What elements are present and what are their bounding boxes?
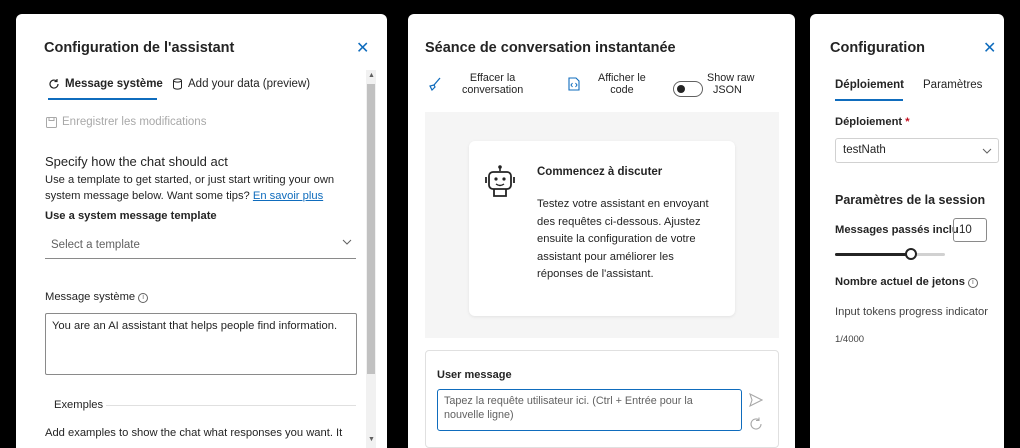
panel-title: Séance de conversation instantanée	[425, 40, 676, 56]
scrollbar-thumb[interactable]	[367, 84, 375, 374]
past-messages-label: Messages passés inclu	[835, 224, 959, 236]
reset-icon[interactable]	[749, 417, 763, 431]
active-tab-indicator	[48, 98, 157, 100]
tab-deployment[interactable]: Déploiement	[835, 79, 904, 91]
required-mark: *	[905, 116, 910, 128]
section-description: Use a template to get started, or just s…	[45, 174, 335, 202]
tab-system-message[interactable]: Message système	[48, 78, 163, 90]
card-text: Testez votre assistant en envoyant des r…	[537, 198, 709, 280]
scroll-up-icon[interactable]: ▲	[368, 72, 375, 79]
slider-thumb[interactable]	[905, 248, 917, 260]
show-raw-json-toggle[interactable]	[673, 81, 703, 97]
active-tab-indicator	[835, 99, 903, 101]
configuration-panel: Configuration ✕ Déploiement Paramètres D…	[810, 14, 1004, 448]
card-title: Commencez à discuter	[537, 166, 663, 178]
tokens-label: Nombre actuel de jetons i	[835, 276, 978, 288]
deployment-select[interactable]: testNath	[835, 138, 999, 163]
tab-label: Add your data (preview)	[188, 78, 311, 90]
template-placeholder: Select a template	[51, 239, 140, 251]
learn-more-link[interactable]: En savoir plus	[253, 190, 323, 202]
info-icon[interactable]: i	[967, 278, 978, 288]
toggle-knob	[677, 85, 685, 93]
deployment-value: testNath	[843, 144, 886, 156]
close-icon[interactable]: ✕	[983, 41, 996, 57]
send-icon[interactable]	[749, 393, 763, 407]
chevron-down-icon	[982, 148, 992, 154]
save-label: Enregistrer les modifications	[62, 116, 207, 128]
system-message-textarea[interactable]	[45, 313, 357, 375]
template-label: Use a system message template	[45, 210, 217, 222]
scrollbar[interactable]: ▲ ▼	[366, 70, 376, 448]
tab-add-data[interactable]: Add your data (preview)	[172, 78, 310, 90]
tokens-progress-indicator: Input tokens progress indicator	[835, 306, 988, 318]
section-heading: Specify how the chat should act	[45, 154, 228, 169]
panel-title: Configuration de l'assistant	[44, 40, 235, 56]
assistant-setup-panel: Configuration de l'assistant ✕ Message s…	[16, 14, 387, 448]
info-icon[interactable]: i	[138, 293, 149, 303]
past-messages-input[interactable]: 10	[953, 218, 987, 242]
user-message-label: User message	[437, 369, 512, 381]
broom-icon	[429, 77, 441, 91]
system-message-label: Message système i	[45, 289, 149, 305]
user-message-input[interactable]: Tapez la requête utilisateur ici. (Ctrl …	[437, 389, 742, 431]
user-message-area: User message Tapez la requête utilisateu…	[425, 350, 779, 448]
close-icon[interactable]: ✕	[356, 41, 369, 57]
slider-fill	[835, 253, 911, 256]
tab-parameters[interactable]: Paramètres	[923, 79, 982, 91]
tab-label: Message système	[65, 78, 163, 90]
past-messages-slider[interactable]	[835, 248, 945, 260]
template-select[interactable]: Select a template	[45, 237, 356, 259]
start-chat-card: Commencez à discuter Testez votre assist…	[469, 141, 735, 316]
divider	[106, 405, 356, 406]
show-raw-json-label: Show raw JSON	[707, 72, 755, 96]
code-icon	[568, 77, 580, 91]
session-heading: Paramètres de la session	[835, 193, 986, 207]
database-icon	[173, 78, 182, 90]
view-code-button[interactable]: Afficher le code	[568, 72, 646, 96]
tokens-count: 1/4000	[835, 334, 865, 345]
examples-description: Add examples to show the chat what respo…	[45, 427, 343, 439]
bot-icon	[485, 165, 515, 197]
clear-chat-button[interactable]: Effacer la conversation	[428, 72, 523, 96]
deployment-label: Déploiement *	[835, 116, 910, 128]
scroll-down-icon[interactable]: ▼	[368, 436, 375, 443]
panel-title: Configuration	[830, 40, 926, 56]
chevron-down-icon	[342, 237, 352, 250]
save-icon	[46, 116, 57, 128]
chat-session-panel: Séance de conversation instantanée Effac…	[408, 14, 795, 448]
save-changes-button[interactable]: Enregistrer les modifications	[46, 116, 206, 128]
refresh-icon	[49, 79, 59, 89]
chat-area: Commencez à discuter Testez votre assist…	[425, 112, 779, 338]
examples-heading: Exemples	[54, 399, 104, 411]
